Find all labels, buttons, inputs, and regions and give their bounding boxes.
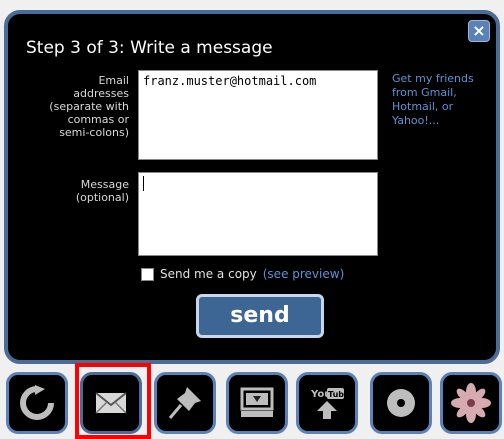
see-preview-link[interactable]: (see preview) xyxy=(263,267,345,281)
send-copy-label: Send me a copy xyxy=(160,267,257,281)
text-caret xyxy=(143,176,144,191)
close-button[interactable]: × xyxy=(468,20,490,42)
refresh-button[interactable] xyxy=(6,372,68,434)
top-band xyxy=(0,0,504,10)
pushpin-icon xyxy=(168,387,201,419)
flower-icon xyxy=(451,383,491,423)
disc-button[interactable] xyxy=(370,372,432,434)
youtube-upload-icon: You Tube xyxy=(310,388,347,419)
share-dialog: × Step 3 of 3: Write a message Email add… xyxy=(4,10,500,364)
computer-download-button[interactable] xyxy=(226,372,288,434)
message-label: Message (optional) xyxy=(75,178,129,204)
dialog-title: Step 3 of 3: Write a message xyxy=(26,38,273,58)
pin-button[interactable] xyxy=(154,372,216,434)
refresh-icon xyxy=(20,385,54,420)
send-copy-row: Send me a copy (see preview) xyxy=(141,267,344,281)
email-input[interactable]: franz.muster@hotmail.com xyxy=(138,70,378,160)
youtube-upload-button[interactable]: You Tube xyxy=(296,372,358,434)
selected-tool-highlight xyxy=(75,363,151,439)
get-friends-link[interactable]: Get my friends from Gmail, Hotmail, or Y… xyxy=(392,72,496,128)
message-input[interactable] xyxy=(138,172,378,256)
send-button[interactable]: send xyxy=(196,294,324,338)
disc-icon xyxy=(387,389,415,417)
computer-download-icon xyxy=(240,387,274,417)
email-label: Email addresses (separate with commas or… xyxy=(49,74,129,139)
svg-text:Tube: Tube xyxy=(328,390,347,399)
send-copy-checkbox[interactable] xyxy=(141,267,154,281)
flower-button[interactable] xyxy=(440,372,502,434)
